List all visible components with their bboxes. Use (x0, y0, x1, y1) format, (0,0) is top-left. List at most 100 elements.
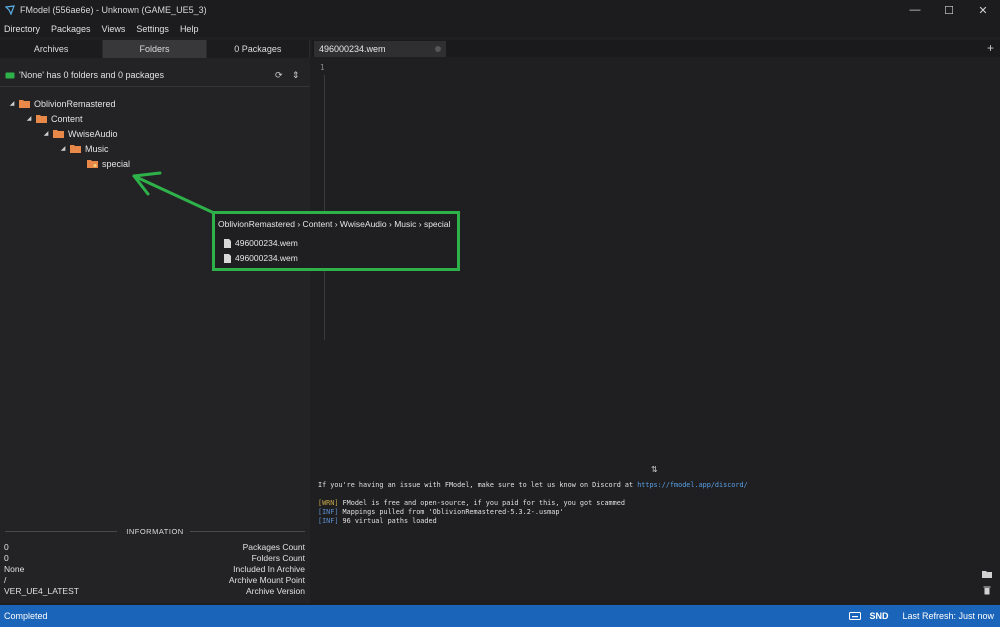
info-row: / Archive Mount Point (0, 575, 310, 586)
expand-arrow-icon[interactable]: ◢ (25, 115, 33, 123)
divider (0, 86, 310, 87)
annotation-callout: OblivionRemastered › Content › WwiseAudi… (212, 211, 460, 271)
folder-icon (70, 145, 81, 153)
tree-item-label: Content (51, 113, 83, 124)
tree-item[interactable]: ◢ Music (0, 141, 310, 156)
status-bar: Completed SND Last Refresh: Just now (0, 605, 1000, 627)
discord-link[interactable]: https://fmodel.app/discord/ (637, 481, 748, 489)
maximize-button[interactable]: ☐ (932, 0, 966, 20)
log-line: [INF] Mappings pulled from 'OblivionRema… (318, 508, 564, 516)
collapse-icon[interactable]: ⇕ (292, 70, 302, 80)
log-line: [INF] 96 virtual paths loaded (318, 517, 437, 525)
info-row: VER_UE4_LATEST Archive Version (0, 586, 310, 597)
info-value: 0 (4, 553, 9, 563)
tree-item-label: WwiseAudio (68, 128, 118, 139)
tree-item[interactable]: ◢ WwiseAudio (0, 126, 310, 141)
information-header: INFORMATION (0, 525, 310, 537)
log-text: If you're having an issue with FModel, m… (318, 481, 638, 489)
expand-arrow-icon[interactable]: ◢ (42, 130, 50, 138)
file-icon (224, 253, 231, 263)
list-item[interactable]: 496000234.wem (224, 253, 298, 263)
editor-panel: 496000234.wem + 1 ⇅ If you're having an … (312, 40, 1000, 603)
info-label: Packages Count (242, 542, 305, 552)
menu-bar: Directory Packages Views Settings Help (0, 20, 1000, 37)
menu-views[interactable]: Views (98, 24, 130, 34)
keyboard-icon (849, 612, 862, 620)
info-label: Archive Version (245, 586, 305, 596)
document-tab[interactable]: 496000234.wem (314, 41, 446, 57)
tree-item-label: special (102, 158, 131, 169)
package-icon (5, 72, 15, 78)
document-tabs: 496000234.wem + (312, 40, 1000, 57)
log-tag: [INF] (318, 517, 339, 525)
tree-item-label: OblivionRemastered (34, 98, 116, 109)
log-line: If you're having an issue with FModel, m… (318, 481, 748, 489)
tree-item[interactable]: ◢ OblivionRemastered (0, 96, 310, 111)
information-table: 0 Packages Count 0 Folders Count None In… (0, 542, 310, 597)
close-tab-icon[interactable] (435, 46, 441, 52)
gutter-divider (324, 75, 325, 340)
log-line: [WRN] FModel is free and open-source, if… (318, 499, 625, 507)
info-label: Archive Mount Point (228, 575, 305, 585)
info-value: VER_UE4_LATEST (4, 586, 79, 596)
log-console: If you're having an issue with FModel, m… (312, 477, 1000, 603)
folder-icon (36, 115, 47, 123)
info-row: 0 Folders Count (0, 553, 310, 564)
panel-splitter[interactable]: ⇅ (312, 465, 1000, 477)
folder-icon (19, 100, 30, 108)
tab-folders[interactable]: Folders (103, 40, 207, 58)
menu-settings[interactable]: Settings (132, 24, 173, 34)
log-tag: [INF] (318, 508, 339, 516)
status-text: Completed (4, 611, 48, 621)
info-value: 0 (4, 542, 9, 552)
trash-icon[interactable] (982, 585, 992, 595)
info-row: 0 Packages Count (0, 542, 310, 553)
folder-tree: ◢ OblivionRemastered ◢ Content ◢ WwiseAu… (0, 96, 310, 171)
info-label: Folders Count (251, 553, 305, 563)
info-label: Included In Archive (233, 564, 305, 574)
resize-handle-icon[interactable]: ⇅ (651, 465, 658, 474)
tab-archives[interactable]: Archives (0, 40, 104, 58)
information-title: INFORMATION (122, 526, 188, 536)
menu-packages[interactable]: Packages (47, 24, 95, 34)
minimize-button[interactable]: — (898, 0, 932, 20)
audio-folder-icon (87, 160, 98, 168)
expand-arrow-icon[interactable]: ◢ (59, 145, 67, 153)
folder-summary-text: 'None' has 0 folders and 0 packages (19, 70, 165, 80)
close-button[interactable]: ✕ (966, 0, 1000, 20)
menu-directory[interactable]: Directory (0, 24, 44, 34)
info-value: None (4, 564, 25, 574)
info-row: None Included In Archive (0, 564, 310, 575)
add-tab-button[interactable]: + (987, 41, 994, 55)
refresh-icon[interactable]: ⟳ (275, 70, 285, 80)
expand-arrow-icon[interactable]: ◢ (8, 100, 16, 108)
file-name: 496000234.wem (235, 253, 298, 263)
title-bar: FModel (556ae6e) - Unknown (GAME_UE5_3) … (0, 0, 1000, 20)
divider (5, 531, 117, 532)
info-value: / (4, 575, 7, 585)
file-name: 496000234.wem (235, 238, 298, 248)
divider (190, 531, 305, 532)
list-item[interactable]: 496000234.wem (224, 238, 298, 248)
tree-item-label: Music (85, 143, 109, 154)
log-text: Mappings pulled from 'OblivionRemastered… (338, 508, 564, 516)
folder-summary: 'None' has 0 folders and 0 packages ⟳ ⇕ (0, 66, 310, 87)
tree-item[interactable]: special (0, 156, 310, 171)
snd-indicator: SND (869, 611, 889, 621)
tab-packages[interactable]: 0 Packages (207, 40, 310, 58)
log-text: FModel is free and open-source, if you p… (338, 499, 625, 507)
explorer-tabs: Archives Folders 0 Packages (0, 40, 310, 58)
document-tab-title: 496000234.wem (319, 44, 386, 54)
file-icon (224, 238, 231, 248)
log-text: 96 virtual paths loaded (338, 517, 437, 525)
open-folder-icon[interactable] (982, 569, 992, 579)
menu-help[interactable]: Help (176, 24, 203, 34)
breadcrumb: OblivionRemastered › Content › WwiseAudi… (218, 219, 451, 229)
line-number: 1 (320, 63, 325, 72)
fmodel-app-icon (5, 5, 15, 15)
tree-item[interactable]: ◢ Content (0, 111, 310, 126)
folder-icon (53, 130, 64, 138)
explorer-panel: Archives Folders 0 Packages 'None' has 0… (0, 40, 310, 603)
window-title: FModel (556ae6e) - Unknown (GAME_UE5_3) (20, 5, 207, 15)
last-refresh-text: Last Refresh: Just now (902, 611, 994, 621)
